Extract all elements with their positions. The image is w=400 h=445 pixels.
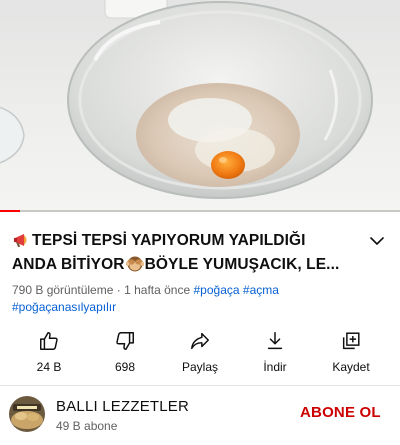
see-no-evil-monkey-emoji-icon <box>125 256 144 272</box>
share-arrow-icon <box>191 332 209 350</box>
chevron-down-icon[interactable] <box>366 232 388 250</box>
channel-avatar[interactable] <box>9 396 45 432</box>
thumbs-up-icon <box>40 332 58 350</box>
meta-line-2: #poğaçanasılyapılır <box>12 299 392 316</box>
dislike-button[interactable]: 698 <box>90 328 160 380</box>
video-meta: 790 B görüntüleme · 1 hafta önce #poğaça… <box>12 282 392 316</box>
save-label: Kaydet <box>332 360 370 374</box>
like-button[interactable]: 24 B <box>14 328 84 380</box>
meta-line-1: 790 B görüntüleme · 1 hafta önce #poğaça… <box>12 282 392 299</box>
megaphone-emoji-icon <box>14 234 27 247</box>
title-text-line-1: TEPSİ TEPSİ YAPIYORUM YAPILDIĞI <box>32 232 306 249</box>
subscribe-button[interactable]: ABONE OL <box>300 404 381 421</box>
channel-name[interactable]: BALLI LEZZETLER <box>56 398 189 415</box>
share-label: Paylaş <box>181 360 219 374</box>
title-line-1: TEPSİ TEPSİ YAPIYORUM YAPILDIĞI <box>12 229 354 253</box>
title-text-line-2a: ANDA BİTİYOR <box>12 256 125 273</box>
view-count: 790 B görüntüleme <box>12 283 114 297</box>
hashtag-link[interactable]: #poğaçanasılyapılır <box>12 300 116 314</box>
upload-age: 1 hafta önce <box>124 283 191 297</box>
video-player[interactable] <box>0 0 400 212</box>
video-title[interactable]: TEPSİ TEPSİ YAPIYORUM YAPILDIĞI ANDA BİT… <box>12 229 354 277</box>
add-to-playlist-icon <box>342 332 360 350</box>
title-text-line-2b: BÖYLE YUMUŞACIK, LE... <box>144 256 340 273</box>
download-button[interactable]: İndir <box>240 328 310 380</box>
subscriber-count: 49 B abone <box>56 419 118 433</box>
channel-avatar-image <box>9 396 45 432</box>
video-frame-image <box>0 0 373 199</box>
download-icon <box>267 332 283 350</box>
video-progress-track[interactable] <box>0 210 400 212</box>
video-progress-fill <box>0 210 20 212</box>
save-button[interactable]: Kaydet <box>316 328 386 380</box>
download-label: İndir <box>263 360 287 374</box>
meta-separator: · <box>116 283 121 297</box>
title-line-2: ANDA BİTİYOR BÖYLE YUMUŞACIK, LE... <box>12 253 354 277</box>
share-button[interactable]: Paylaş <box>165 328 235 380</box>
dislike-count: 698 <box>114 360 136 374</box>
like-count: 24 B <box>36 360 62 374</box>
action-bar: 24 B 698 Paylaş İndir Kaydet <box>0 328 400 380</box>
thumbs-down-icon <box>116 332 134 350</box>
section-divider <box>0 385 400 386</box>
hashtag-link[interactable]: #açma <box>243 283 279 297</box>
hashtag-link[interactable]: #poğaça <box>194 283 240 297</box>
